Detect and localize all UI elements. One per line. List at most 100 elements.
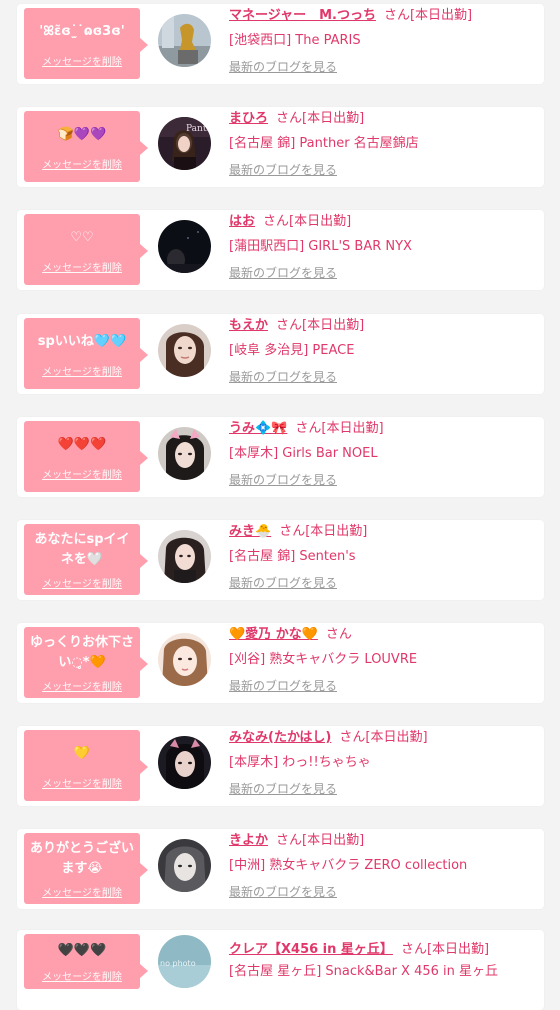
delete-message-link[interactable]: メッセージを削除 [42, 363, 122, 378]
message-text: 💛 [73, 746, 91, 761]
message-bubble: 🍞💜💜 メッセージを削除 [24, 111, 148, 182]
message-bubble: あなたにspイイネを🤍 メッセージを削除 [24, 524, 148, 595]
attendance-status: [本日出勤] [302, 833, 365, 848]
shop-name: [中洲] 熟女キャバクラ ZERO collection [229, 858, 468, 873]
latest-blog-link[interactable]: 最新のブログを見る [229, 264, 337, 282]
latest-blog-link[interactable]: 最新のブログを見る [229, 471, 337, 489]
shop-name: [名古屋 錦] Panther 名古屋錦店 [229, 136, 419, 151]
latest-blog-link[interactable]: 最新のブログを見る [229, 368, 337, 386]
message-bubble: 🖤🖤🖤 メッセージを削除 [24, 934, 148, 989]
honorific: さん [276, 833, 303, 848]
message-list: 'ꕤɛ̃ɞ˙̫˙ɷɞ3ɞ' メッセージを削除 マネージャー M.つっち さん[本日… [0, 0, 560, 1010]
message-card: spいいね🩵🩵 メッセージを削除 もえか さん[本日出勤] [岐阜 多治見] PE… [17, 314, 544, 394]
avatar[interactable] [158, 324, 211, 377]
host-name-link[interactable]: まひろ [229, 111, 268, 126]
message-bubble: ♡♡ メッセージを削除 [24, 214, 148, 285]
host-info: きよか さん[本日出勤] [中洲] 熟女キャバクラ ZERO collection… [229, 831, 538, 901]
shop-name: [本厚木] わっ!!ちゃちゃ [229, 755, 371, 770]
avatar[interactable] [158, 14, 211, 67]
honorific: さん [276, 111, 303, 126]
host-name-link[interactable]: マネージャー M.つっち [229, 8, 376, 23]
message-card: 🍞💜💜 メッセージを削除 Panther まひろさん[本日出勤] [名古屋 錦]… [17, 107, 544, 187]
avatar[interactable] [158, 633, 211, 686]
latest-blog-link[interactable]: 最新のブログを見る [229, 58, 337, 76]
shop-name: [岐阜 多治見] PEACE [229, 343, 355, 358]
delete-message-link[interactable]: メッセージを削除 [42, 678, 122, 693]
delete-message-link[interactable]: メッセージを削除 [42, 53, 122, 68]
host-info: みなみ(たかはし) さん[本日出勤] [本厚木] わっ!!ちゃちゃ 最新のブログを… [229, 728, 538, 798]
message-text: ❤️❤️❤️ [57, 437, 107, 452]
message-text: 'ꕤɛ̃ɞ˙̫˙ɷɞ3ɞ' [39, 24, 125, 39]
delete-message-link[interactable]: メッセージを削除 [42, 775, 122, 790]
attendance-status: [本日出勤] [302, 111, 365, 126]
message-text: ありがとうございます😭 [29, 841, 134, 876]
honorific: さん [339, 730, 366, 745]
honorific: さん [325, 627, 352, 642]
delete-message-link[interactable]: メッセージを削除 [42, 968, 122, 983]
message-text: あなたにspイイネを🤍 [34, 532, 130, 567]
host-name-link[interactable]: はお [229, 214, 255, 229]
host-info: 🧡愛乃 かな🧡 さん [刈谷] 熟女キャバクラ LOUVRE 最新のブログを見る [229, 625, 538, 695]
avatar[interactable]: no photo [158, 935, 211, 988]
honorific: さん [383, 8, 410, 23]
avatar[interactable] [158, 427, 211, 480]
message-card: ありがとうございます😭 メッセージを削除 きよか さん[本日出勤] [中洲] 熟女… [17, 829, 544, 909]
host-info: まひろ さん[本日出勤] [名古屋 錦] Panther 名古屋錦店 最新のブログ… [229, 109, 538, 179]
avatar[interactable]: Panther [158, 117, 211, 170]
honorific: さん [279, 524, 306, 539]
latest-blog-link[interactable]: 最新のブログを見る [229, 574, 337, 592]
shop-name: [刈谷] 熟女キャバクラ LOUVRE [229, 652, 418, 667]
message-bubble: 'ꕤɛ̃ɞ˙̫˙ɷɞ3ɞ' メッセージを削除 [24, 8, 148, 79]
message-bubble: ゆっくりお休下さい◌̥*🧡 メッセージを削除 [24, 627, 148, 698]
message-text: 🖤🖤🖤 [57, 943, 107, 958]
host-name-link[interactable]: 🧡愛乃 かな🧡 [229, 627, 318, 642]
delete-message-link[interactable]: メッセージを削除 [42, 466, 122, 481]
host-name-link[interactable]: クレア【X456 in 星ヶ丘】 [229, 942, 393, 957]
attendance-status: [本日出勤] [321, 421, 384, 436]
shop-name: [池袋西口] The PARIS [229, 33, 361, 48]
attendance-status: [本日出勤] [302, 318, 365, 333]
message-card: ❤️❤️❤️ メッセージを削除 うみ💠🎀 さん[本日出勤] [本厚木] Girls… [17, 417, 544, 497]
avatar[interactable] [158, 736, 211, 789]
avatar[interactable] [158, 220, 211, 273]
avatar[interactable] [158, 530, 211, 583]
shop-name: [名古屋 星ヶ丘] Snack&Bar X 456 in 星ヶ丘 [229, 964, 499, 979]
avatar[interactable] [158, 839, 211, 892]
attendance-status: [本日出勤] [305, 524, 368, 539]
message-card: ゆっくりお休下さい◌̥*🧡 メッセージを削除 🧡愛乃 かな🧡 さん [刈谷] 熟女… [17, 623, 544, 703]
host-name-link[interactable]: うみ💠🎀 [229, 421, 287, 436]
message-card: あなたにspイイネを🤍 メッセージを削除 みき🐣 さん[本日出勤] [名古屋 錦]… [17, 520, 544, 600]
latest-blog-link[interactable]: 最新のブログを見る [229, 161, 337, 179]
shop-name: [蒲田駅西口] GIRL'S BAR NYX [229, 239, 412, 254]
message-card: 'ꕤɛ̃ɞ˙̫˙ɷɞ3ɞ' メッセージを削除 マネージャー M.つっち さん[本日… [17, 4, 544, 84]
message-text: ♡♡ [70, 230, 94, 245]
avatar-placeholder-text: no photo [160, 959, 196, 968]
honorific: さん [263, 214, 290, 229]
host-name-link[interactable]: もえか [229, 318, 268, 333]
message-card: ♡♡ メッセージを削除 はお さん[本日出勤] [蒲田駅西口] GIRL'S BA… [17, 210, 544, 290]
delete-message-link[interactable]: メッセージを削除 [42, 575, 122, 590]
latest-blog-link[interactable]: 最新のブログを見る [229, 677, 337, 695]
message-bubble: ありがとうございます😭 メッセージを削除 [24, 833, 148, 904]
attendance-status: [本日出勤] [365, 730, 428, 745]
honorific: さん [295, 421, 322, 436]
honorific: さん [276, 318, 303, 333]
delete-message-link[interactable]: メッセージを削除 [42, 884, 122, 899]
message-card: 💛 メッセージを削除 みなみ(たかはし) さん[本日出勤] [本厚木] わっ!!ち… [17, 726, 544, 806]
shop-name: [本厚木] Girls Bar NOEL [229, 446, 378, 461]
attendance-status: [本日出勤] [289, 214, 352, 229]
host-info: はお さん[本日出勤] [蒲田駅西口] GIRL'S BAR NYX 最新のブログ… [229, 212, 538, 282]
host-name-link[interactable]: きよか [229, 833, 268, 848]
delete-message-link[interactable]: メッセージを削除 [42, 259, 122, 274]
latest-blog-link[interactable]: 最新のブログを見る [229, 883, 337, 901]
host-name-link[interactable]: みなみ(たかはし) [229, 730, 331, 745]
host-name-link[interactable]: みき🐣 [229, 524, 271, 539]
honorific: さん [400, 942, 427, 957]
delete-message-link[interactable]: メッセージを削除 [42, 156, 122, 171]
shop-name: [名古屋 錦] Senten's [229, 549, 356, 564]
attendance-status: [本日出勤] [426, 942, 490, 957]
host-info: マネージャー M.つっち さん[本日出勤] [池袋西口] The PARIS 最新… [229, 6, 538, 76]
message-text: ゆっくりお休下さい◌̥*🧡 [29, 635, 134, 670]
latest-blog-link[interactable]: 最新のブログを見る [229, 780, 337, 798]
host-info: うみ💠🎀 さん[本日出勤] [本厚木] Girls Bar NOEL 最新のブログ… [229, 419, 538, 489]
